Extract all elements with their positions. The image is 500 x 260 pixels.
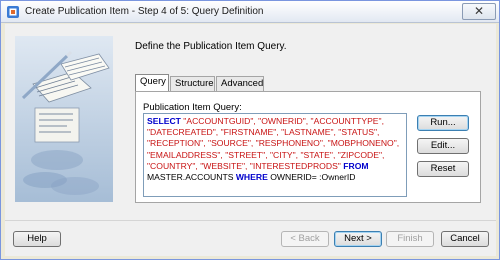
sql-keyword: SELECT [147, 116, 181, 126]
sql-keyword: FROM [343, 160, 369, 171]
tab-structure-label: Structure [175, 78, 214, 89]
step-description: Define the Publication Item Query. [135, 41, 287, 52]
query-line: "RECEPTION", "SOURCE", "RESPHONENO", "MO… [147, 138, 403, 149]
query-line: "DATECREATED", "FIRSTNAME", "LASTNAME", … [147, 127, 403, 138]
sql-token: "ACCOUNTGUID", "OWNERID", "ACCOUNTTYPE", [180, 116, 384, 126]
close-icon: ✕ [473, 4, 485, 18]
query-text-area[interactable]: SELECT "ACCOUNTGUID", "OWNERID", "ACCOUN… [143, 113, 407, 197]
run-button[interactable]: Run... [417, 115, 469, 131]
close-button[interactable]: ✕ [462, 3, 496, 20]
query-line: "EMAILADDRESS", "STREET", "CITY", "STATE… [147, 150, 403, 161]
window-title: Create Publication Item - Step 4 of 5: Q… [25, 6, 264, 17]
next-button[interactable]: Next > [334, 231, 382, 247]
tab-query-label: Query [140, 76, 166, 87]
query-line: "COUNTRY", "WEBSITE", "INTERESTEDPRODS" … [147, 161, 403, 172]
sql-token: "COUNTRY", "WEBSITE", "INTERESTEDPRODS" [147, 160, 344, 171]
sql-token: MASTER.ACCOUNTS [147, 172, 236, 183]
sql-token: "EMAILADDRESS", "STREET", "CITY", "STATE… [147, 149, 385, 160]
tab-advanced[interactable]: Advanced [216, 76, 264, 91]
query-label: Publication Item Query: [143, 102, 242, 113]
publication-app-icon [7, 6, 19, 18]
edit-button[interactable]: Edit... [417, 138, 469, 154]
wizard-window: Create Publication Item - Step 4 of 5: Q… [0, 0, 500, 260]
query-line: SELECT "ACCOUNTGUID", "OWNERID", "ACCOUN… [147, 116, 403, 127]
title-bar[interactable]: Create Publication Item - Step 4 of 5: Q… [1, 1, 499, 23]
sql-token: OWNERID= :OwnerID [267, 172, 356, 183]
tab-structure[interactable]: Structure [170, 76, 215, 91]
sql-token: "DATECREATED", "FIRSTNAME", "LASTNAME", … [147, 127, 380, 138]
query-line: MASTER.ACCOUNTS WHERE OWNERID= :OwnerID [147, 172, 403, 183]
tab-advanced-label: Advanced [221, 78, 264, 89]
sql-token: "RECEPTION", "SOURCE", "RESPHONENO", "MO… [147, 138, 400, 149]
tab-query[interactable]: Query [135, 74, 169, 92]
wizard-illustration [15, 36, 113, 202]
back-button[interactable]: < Back [281, 231, 329, 247]
reset-button[interactable]: Reset [417, 161, 469, 177]
cancel-button[interactable]: Cancel [441, 231, 489, 247]
finish-button[interactable]: Finish [386, 231, 434, 247]
illustration-graphic [15, 36, 113, 202]
help-button[interactable]: Help [13, 231, 61, 247]
sql-keyword: WHERE [235, 172, 268, 183]
footer-separator [5, 220, 496, 221]
